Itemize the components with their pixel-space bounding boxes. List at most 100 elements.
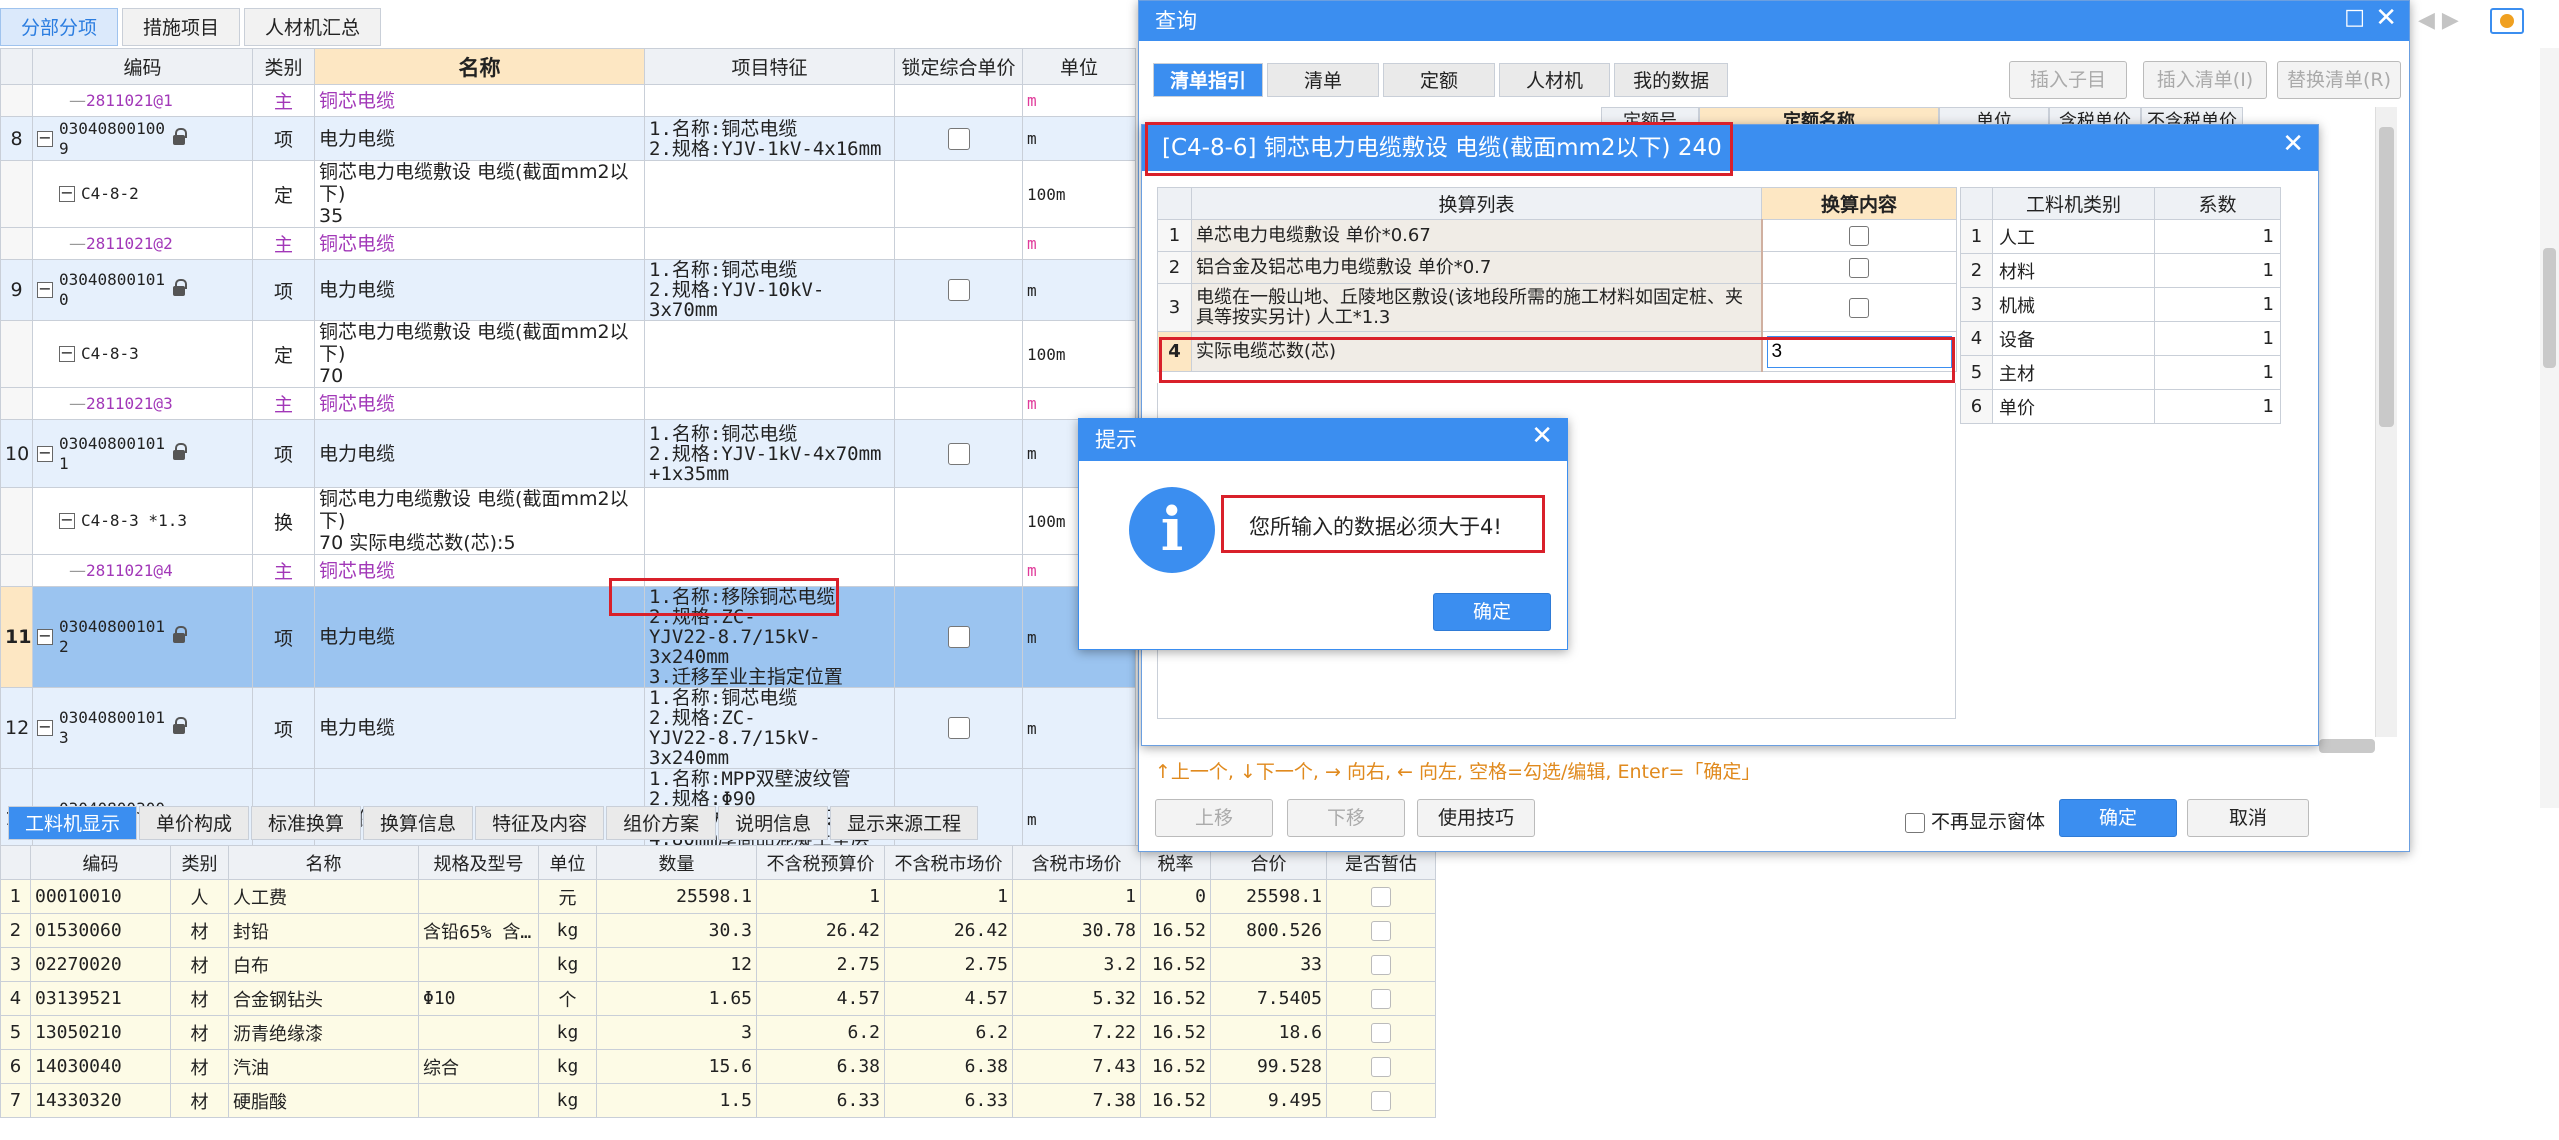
code-cell[interactable]: — 2811021@1 [32,84,253,117]
query-ok-button[interactable]: 确定 [2059,799,2177,837]
name-cell[interactable]: 铜芯电缆 [314,387,645,420]
type-cell[interactable]: 主 [252,554,315,587]
estimate-checkbox[interactable] [1371,887,1391,907]
alert-ok-button[interactable]: 确定 [1433,593,1551,631]
code-cell[interactable]: − C4-8-3 [32,320,253,388]
table-row[interactable]: 12 −03040800101 3 项 电力电缆 1.名称:铜芯电缆 2.规格:ZC… [0,687,1136,769]
lock-price-cell[interactable] [894,320,1023,388]
table-row[interactable]: 10 −03040800101 1 项 电力电缆 1.名称:铜芯电缆 2.规格:YJ… [0,419,1136,488]
type-cell[interactable]: 项 [252,259,315,321]
table-row[interactable]: — 2811021@3 主 铜芯电缆 m [0,387,1136,420]
qtab-quota[interactable]: 定额 [1383,63,1496,97]
qtab-mydata[interactable]: 我的数据 [1614,63,1729,97]
type-cell[interactable]: 主 [252,387,315,420]
type-cell[interactable]: 主 [252,227,315,260]
no-show-checkbox[interactable] [1905,812,1925,833]
table-row[interactable]: 6 14030040 材汽油 综合 kg 15.6 6.38 6.38 7.43 16.52 99.… [0,1049,1436,1084]
query-cancel-button[interactable]: 取消 [2187,799,2309,837]
feature-cell[interactable]: 1.名称:铜芯电缆 2.规格:YJV-1kV-4x16mm [644,116,895,161]
estimate-checkbox[interactable] [1371,1091,1391,1111]
coef-row[interactable]: 4 设备 1 [1960,321,2281,356]
type-cell[interactable]: 定 [252,320,315,388]
table-row[interactable]: − C4-8-3 *1.3 换 铜芯电力电缆敷设 电缆(截面mm2以下) 70 实际… [0,487,1136,555]
unit-cell[interactable]: m [1022,227,1136,260]
col-code[interactable]: 编码 [32,48,253,85]
col-name[interactable]: 名称 [314,48,645,85]
maximize-icon[interactable]: □ [2344,5,2365,30]
lock-checkbox[interactable] [947,127,970,150]
name-cell[interactable]: 电力电缆 [314,116,645,161]
type-cell[interactable]: 主 [252,84,315,117]
bcol-4[interactable]: 规格及型号 [418,845,539,880]
conv-row[interactable]: 3 电缆在一般山地、丘陵地区敷设(该地段所需的施工材料如固定桩、夹具等按实另计)… [1157,283,1957,332]
feature-cell[interactable] [644,387,895,420]
code-cell[interactable]: −03040800101 1 [32,419,253,488]
feature-cell[interactable] [644,320,895,388]
conversion-close-icon[interactable]: ✕ [2282,129,2304,159]
coef-row[interactable]: 3 机械 1 [1960,287,2281,322]
bcol-7[interactable]: 不含税预算价 [756,845,885,880]
btab-2[interactable]: 单价构成 [139,806,250,840]
code-cell[interactable]: − C4-8-3 *1.3 [32,487,253,555]
btab-3[interactable]: 标准换算 [251,806,362,840]
table-row[interactable]: 2 01530060 材封铅 含铅65% 含… kg 30.3 26.42 26.42 30.7… [0,913,1436,948]
feature-cell[interactable]: 1.名称:铜芯电缆 2.规格:YJV-1kV-4x70mm +1x35mm [644,419,895,488]
table-row[interactable]: 4 03139521 材合金钢钻头 Φ10 个 1.65 4.57 4.57 5.32 16.52… [0,981,1436,1016]
estimate-checkbox[interactable] [1371,1023,1391,1043]
qtab-list[interactable]: 清单 [1267,63,1380,97]
toolbar-icon[interactable] [2490,8,2524,34]
estimate-checkbox[interactable] [1371,989,1391,1009]
code-cell[interactable]: — 2811021@4 [32,554,253,587]
btab-5[interactable]: 特征及内容 [475,806,605,840]
btab-1[interactable]: 工料机显示 [8,806,138,840]
bcol-6[interactable]: 数量 [596,845,757,880]
type-cell[interactable]: 项 [252,586,315,688]
lock-price-cell[interactable] [894,687,1023,769]
estimate-checkbox[interactable] [1371,1057,1391,1077]
tab-rencaiji[interactable]: 人材机汇总 [244,8,382,46]
lock-price-cell[interactable] [894,259,1023,321]
table-row[interactable]: — 2811021@4 主 铜芯电缆 m [0,554,1136,587]
name-cell[interactable]: 铜芯电力电缆敷设 电缆(截面mm2以下) 70 [314,320,645,388]
name-cell[interactable]: 电力电缆 [314,586,645,688]
name-cell[interactable]: 电力电缆 [314,259,645,321]
unit-cell[interactable]: m [1022,687,1136,769]
code-cell[interactable]: −03040800100 9 [32,116,253,161]
type-cell[interactable]: 项 [252,687,315,769]
insert-sub-button[interactable]: 插入子目 [2009,61,2127,99]
name-cell[interactable]: 铜芯电力电缆敷设 电缆(截面mm2以下) 70 实际电缆芯数(芯):5 [314,487,645,555]
estimate-checkbox[interactable] [1371,955,1391,975]
bcol-1[interactable]: 编码 [30,845,171,880]
lock-price-cell[interactable] [894,160,1023,228]
col-feature[interactable]: 项目特征 [644,48,895,85]
btab-4[interactable]: 换算信息 [363,806,474,840]
conv-checkbox[interactable] [1849,226,1870,246]
unit-cell[interactable]: 100m [1022,320,1136,388]
col-type[interactable]: 类别 [252,48,315,85]
unit-cell[interactable]: m [1022,116,1136,161]
alert-close-icon[interactable]: ✕ [1531,421,1553,451]
table-row[interactable]: 9 −03040800101 0 项 电力电缆 1.名称:铜芯电缆 2.规格:YJV… [0,259,1136,321]
col-lock-price[interactable]: 锁定综合单价 [894,48,1023,85]
lock-price-cell[interactable] [894,554,1023,587]
code-cell[interactable]: −03040800101 3 [32,687,253,769]
btab-7[interactable]: 说明信息 [718,806,829,840]
name-cell[interactable]: 电力电缆 [314,419,645,488]
code-cell[interactable]: −03040800101 2 [32,586,253,688]
feature-cell[interactable]: 1.名称:铜芯电缆 2.规格:ZC- YJV22-8.7/15kV-3x240mm [644,687,895,769]
table-row[interactable]: 3 02270020 材白布 kg 12 2.75 2.75 3.2 16.52 33 [0,947,1436,982]
lock-price-cell[interactable] [894,586,1023,688]
type-cell[interactable]: 换 [252,487,315,555]
lock-checkbox[interactable] [947,442,970,465]
code-cell[interactable]: — 2811021@2 [32,227,253,260]
conv-checkbox[interactable] [1849,258,1870,278]
name-cell[interactable]: 铜芯电力电缆敷设 电缆(截面mm2以下) 35 [314,160,645,228]
table-row[interactable]: — 2811021@1 主 铜芯电缆 m [0,84,1136,117]
name-cell[interactable]: 铜芯电缆 [314,84,645,117]
no-show-option[interactable]: 不再显示窗体 [1905,807,2045,834]
query-hscrollbar[interactable] [2319,739,2375,753]
type-cell[interactable]: 项 [252,116,315,161]
coef-row[interactable]: 6 单价 1 [1960,389,2281,424]
feature-cell[interactable] [644,487,895,555]
table-row[interactable]: 5 13050210 材沥青绝缘漆 kg 3 6.2 6.2 7.22 16.52 18.6 [0,1015,1436,1050]
